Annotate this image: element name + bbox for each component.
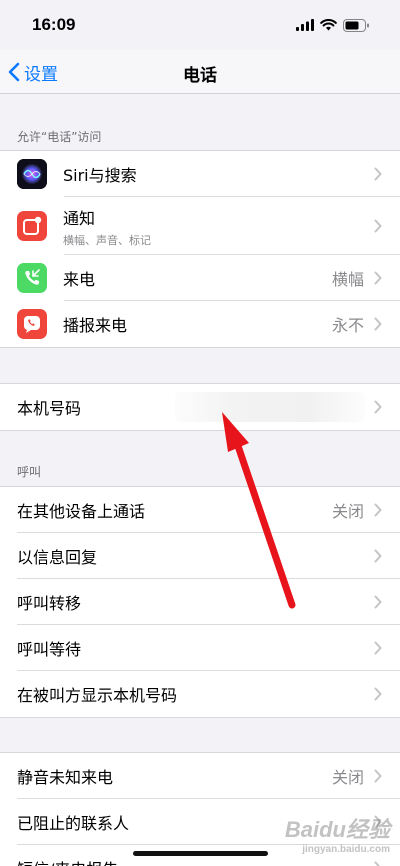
row-siri-search[interactable]: Siri与搜索	[0, 151, 400, 197]
row-value: 关闭	[331, 768, 364, 787]
status-time: 16:09	[32, 15, 76, 34]
siri-icon	[17, 159, 47, 189]
chevron-right-icon	[374, 861, 381, 866]
chevron-right-icon	[374, 687, 382, 701]
chevron-right-icon	[374, 595, 382, 609]
row-value: 关闭	[331, 502, 364, 521]
chevron-right-icon	[374, 219, 382, 233]
battery-icon	[343, 18, 369, 32]
row-show-caller-id[interactable]: 在被叫方显示本机号码	[0, 671, 400, 717]
row-label: 短信/来电报告	[17, 856, 374, 866]
baidu-watermark: Baidu经验 jingyan.baidu.com	[285, 812, 390, 855]
row-label: 呼叫等待	[17, 640, 82, 659]
redacted-phone-number	[175, 392, 365, 422]
row-notifications[interactable]: 通知 横幅、声音、标记	[0, 197, 400, 255]
notification-icon	[17, 211, 47, 241]
row-my-number[interactable]: 本机号码	[0, 384, 400, 430]
row-label: 在其他设备上通话	[17, 502, 146, 521]
home-indicator	[133, 851, 268, 856]
cellular-signal-icon	[296, 19, 314, 31]
row-label: 以信息回复	[17, 548, 98, 567]
calls-group: 在其他设备上通话 关闭 以信息回复 呼叫转移 呼叫等待 在被叫方显示本机号码	[0, 486, 400, 718]
page-title: 电话	[183, 66, 217, 86]
row-announce-calls[interactable]: 播报来电 永不	[0, 301, 400, 347]
chevron-right-icon	[374, 503, 382, 517]
row-label: 静音未知来电	[17, 768, 114, 787]
row-incoming-calls[interactable]: 来电 横幅	[0, 255, 400, 301]
row-calls-other-devices[interactable]: 在其他设备上通话 关闭	[0, 487, 400, 533]
row-subtitle: 横幅、声音、标记	[63, 233, 151, 247]
chevron-right-icon	[374, 641, 382, 655]
chevron-right-icon	[374, 400, 382, 414]
row-value: 横幅	[331, 270, 364, 289]
row-label: 在被叫方显示本机号码	[17, 686, 178, 705]
row-label: 来电	[63, 270, 96, 289]
allow-access-group: Siri与搜索 通知 横幅、声音、标记 来电 横幅 播报来电 永不	[0, 150, 400, 348]
row-label: 通知	[63, 208, 96, 228]
row-label: Siri与搜索	[63, 166, 137, 185]
row-value: 永不	[331, 316, 364, 335]
chevron-right-icon	[374, 769, 382, 783]
navigation-bar: 设置 电话	[0, 50, 400, 94]
announce-calls-icon	[17, 309, 47, 339]
row-call-waiting[interactable]: 呼叫等待	[0, 625, 400, 671]
watermark-brand: Baidu经验	[284, 817, 390, 842]
section-header-allow: 允许“电话”访问	[17, 130, 102, 144]
status-icons	[296, 18, 370, 32]
chevron-right-icon	[374, 271, 382, 285]
status-bar: 16:09	[0, 0, 400, 50]
chevron-right-icon	[374, 549, 382, 563]
row-label: 呼叫转移	[17, 594, 82, 613]
chevron-right-icon	[374, 167, 382, 181]
incoming-call-icon	[17, 263, 47, 293]
watermark-url: jingyan.baidu.com	[302, 844, 390, 855]
row-label: 播报来电	[63, 316, 128, 335]
row-silence-unknown-callers[interactable]: 静音未知来电 关闭	[0, 753, 400, 799]
my-number-group: 本机号码	[0, 383, 400, 431]
row-call-forwarding[interactable]: 呼叫转移	[0, 579, 400, 625]
wifi-icon	[320, 19, 337, 31]
chevron-right-icon	[374, 317, 382, 331]
section-header-calls: 呼叫	[17, 465, 42, 479]
row-respond-with-text[interactable]: 以信息回复	[0, 533, 400, 579]
